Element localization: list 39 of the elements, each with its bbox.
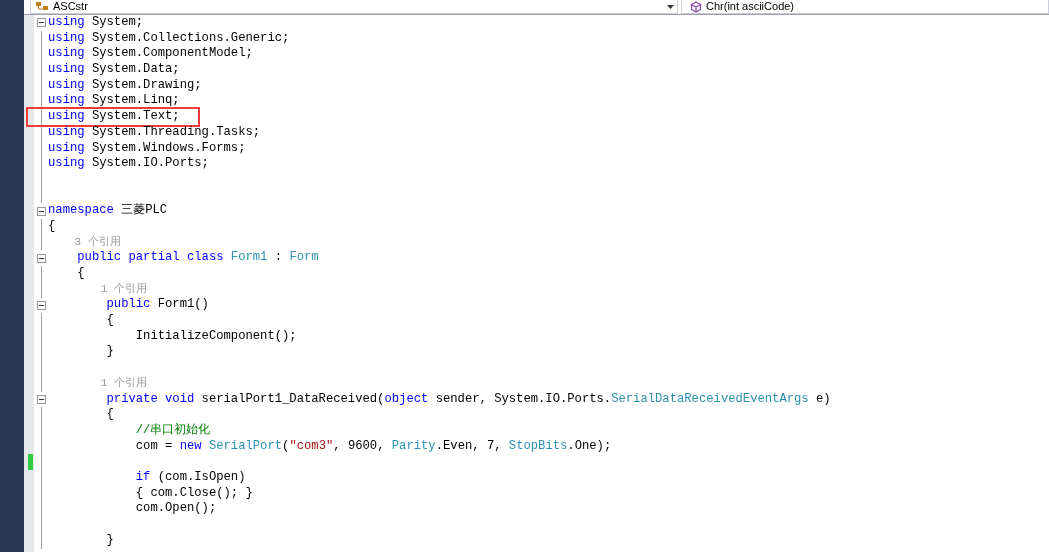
collapse-icon[interactable] [36,206,46,216]
code-line: using System.Collections.Generic; [48,30,290,47]
code-line: } [105,532,114,549]
member-dropdown[interactable]: Chr(int asciiCode) [681,0,1049,14]
code-line: using System.Threading.Tasks; [48,124,261,141]
code-line: if (com.IsOpen) [134,469,246,486]
code-line: com = new SerialPort("com3", 9600, Parity.Even, 7, StopBits.One); [134,438,612,455]
code-line: namespace 三菱PLC [48,203,168,219]
code-line: using System; [48,15,144,31]
code-line: { [48,218,56,235]
code-line: { com.Close(); } [134,485,253,502]
code-line: using System.Drawing; [48,77,202,94]
code-comment: //串口初始化 [134,422,211,439]
codelens-link[interactable]: 3 个引用 [48,234,121,251]
collapse-icon[interactable] [36,300,46,310]
class-icon [35,0,49,13]
code-line: com.Open(); [134,501,217,517]
collapse-icon[interactable] [36,394,46,404]
cube-icon [690,0,702,13]
code-line: using System.Linq; [48,93,180,110]
code-line: public Form1() [105,297,209,314]
type-dropdown[interactable]: ASCstr [30,0,678,14]
code-line: { [105,313,114,329]
code-line: using System.ComponentModel; [48,46,253,63]
code-line: InitializeComponent(); [134,328,297,345]
code-line: using System.IO.Ports; [48,156,209,172]
code-line: } [105,344,114,361]
collapse-icon[interactable] [36,253,46,263]
code-line: public partial class Form1 : Form [76,250,319,266]
code-line: using System.Windows.Forms; [48,140,246,157]
code-line: private void serialPort1_DataReceived(object sender, System.IO.Ports.SerialDataReceivedEventArgs e) [105,391,831,408]
codelens-link[interactable]: 1 个引用 [48,281,147,298]
collapse-icon[interactable] [36,18,46,28]
code-line: using System.Text; [48,109,180,125]
caret-icon [667,5,674,9]
code-line: { [76,266,85,282]
code-line: using System.Data; [48,62,180,78]
code-line: { [105,407,114,423]
codelens-link[interactable]: 1 个引用 [48,375,147,392]
